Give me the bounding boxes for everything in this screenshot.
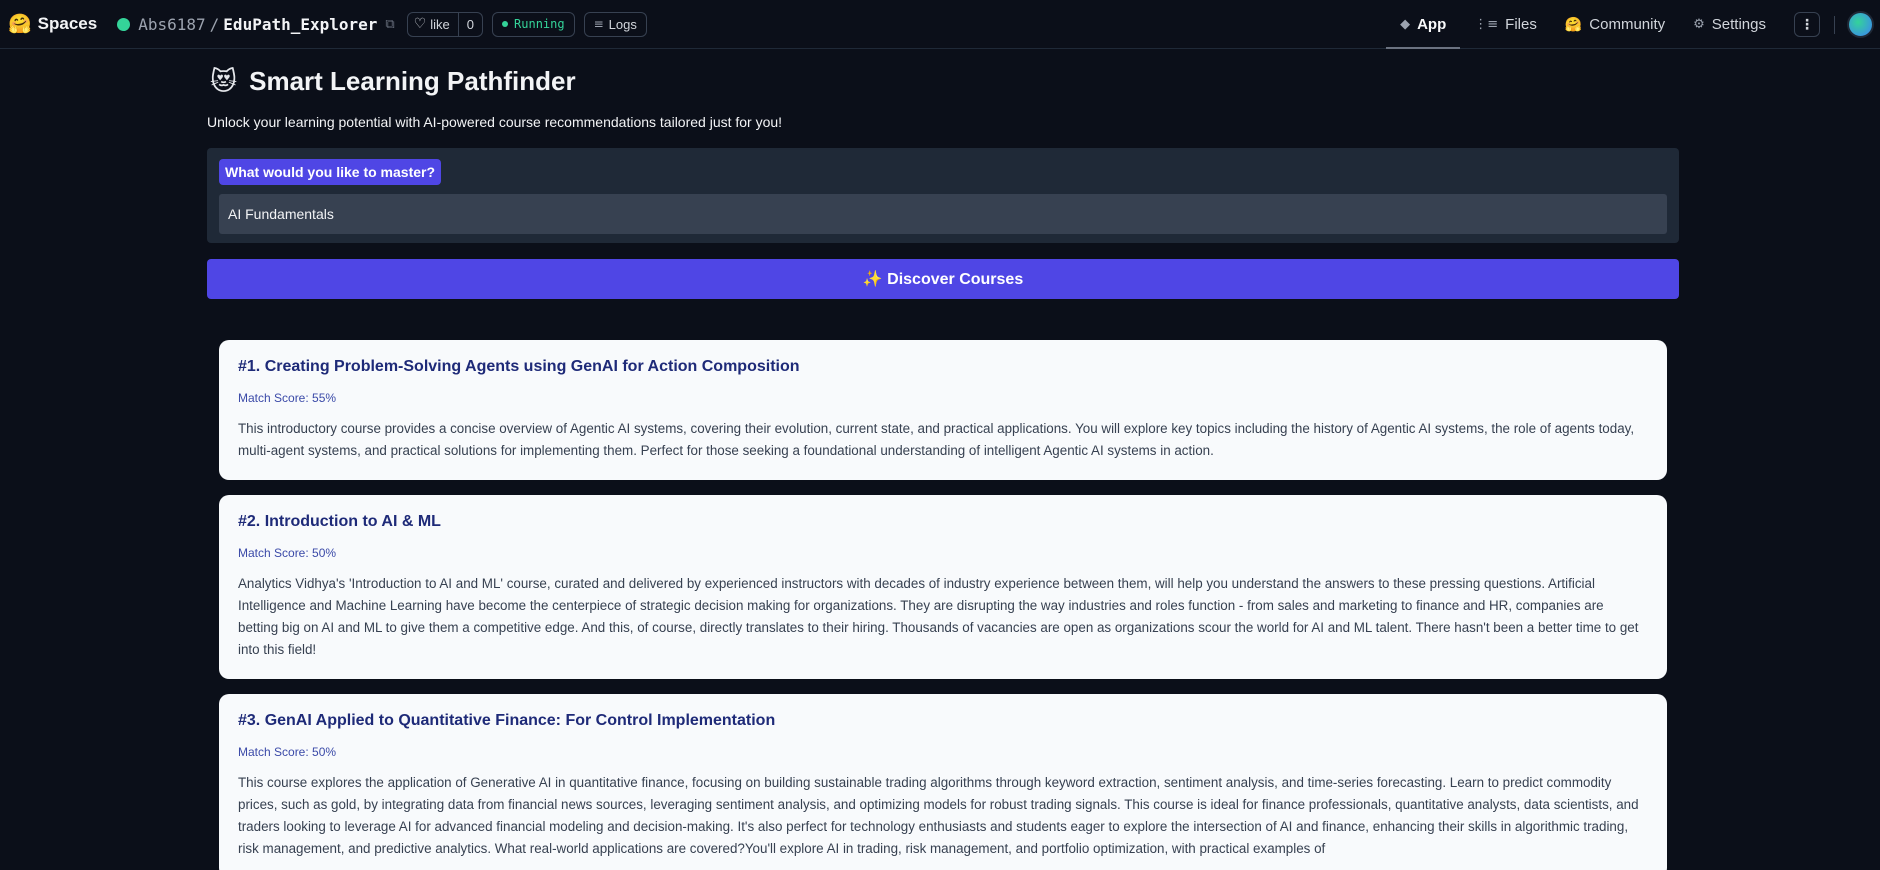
- course-card: #2. Introduction to AI & ML Match Score:…: [219, 495, 1667, 679]
- page-title: Smart Learning Pathfinder: [249, 65, 576, 96]
- spaces-link[interactable]: 🤗 Spaces: [8, 14, 97, 34]
- topic-input[interactable]: [219, 194, 1667, 234]
- repo-name-link[interactable]: EduPath_Explorer: [223, 15, 377, 34]
- topic-input-block: What would you like to master?: [207, 148, 1679, 243]
- match-score: Match Score: 55%: [238, 391, 337, 405]
- heart-eyes-cat-icon: 😻: [210, 66, 238, 96]
- tab-settings-label: Settings: [1711, 16, 1766, 33]
- like-toggle[interactable]: ♡ like: [408, 13, 458, 36]
- course-description: Analytics Vidhya's 'Introduction to AI a…: [238, 576, 1639, 657]
- logs-label: Logs: [608, 16, 637, 32]
- course-title: #2. Introduction to AI & ML: [238, 513, 441, 530]
- tab-app[interactable]: ◆ App: [1386, 0, 1461, 49]
- app-icon: ◆: [1400, 17, 1411, 32]
- spaces-label: Spaces: [37, 14, 98, 33]
- tab-files-label: Files: [1505, 16, 1537, 33]
- repo-breadcrumb: Abs6187 / EduPath_Explorer: [117, 15, 377, 34]
- breadcrumb-separator: /: [209, 14, 220, 34]
- divider: [1834, 15, 1835, 34]
- tab-community[interactable]: 🤗 Community: [1551, 0, 1679, 49]
- discover-courses-button[interactable]: ✨ Discover Courses: [207, 259, 1679, 299]
- topic-input-label: What would you like to master?: [219, 159, 442, 185]
- logs-button[interactable]: ≡ Logs: [583, 11, 647, 37]
- user-avatar[interactable]: [1847, 11, 1874, 38]
- course-description: This course explores the application of …: [238, 775, 1639, 856]
- community-icon: 🤗: [1564, 16, 1583, 33]
- status-label: Running: [514, 17, 565, 31]
- like-label: like: [430, 16, 450, 32]
- tab-settings[interactable]: ⚙ Settings: [1679, 0, 1780, 49]
- tab-app-label: App: [1417, 16, 1447, 33]
- app-container: 😻 Smart Learning Pathfinder Unlock your …: [207, 49, 1679, 870]
- running-dot-icon: [502, 21, 509, 27]
- page-subtitle: Unlock your learning potential with AI-p…: [207, 114, 783, 130]
- repo-owner-link[interactable]: Abs6187: [138, 15, 205, 34]
- logs-icon: ≡: [593, 17, 604, 31]
- gear-icon: ⚙: [1693, 17, 1705, 32]
- more-options-button[interactable]: ⋮: [1794, 12, 1820, 37]
- results-list: #1. Creating Problem-Solving Agents usin…: [207, 340, 1679, 870]
- like-count[interactable]: 0: [457, 12, 482, 36]
- match-score: Match Score: 50%: [238, 546, 337, 560]
- like-button[interactable]: ♡ like 0: [406, 11, 484, 37]
- copy-icon[interactable]: ⧉: [385, 17, 394, 32]
- heart-icon: ♡: [413, 16, 427, 32]
- course-description: This introductory course provides a conc…: [238, 421, 1635, 458]
- course-card: #1. Creating Problem-Solving Agents usin…: [219, 340, 1667, 480]
- tab-files[interactable]: ⋮≡ Files: [1460, 0, 1551, 49]
- course-title: #3. GenAI Applied to Quantitative Financ…: [238, 712, 776, 729]
- files-icon: ⋮≡: [1474, 17, 1499, 32]
- match-score: Match Score: 50%: [238, 745, 337, 759]
- space-avatar-icon: [117, 17, 131, 31]
- status-badge[interactable]: Running: [492, 11, 575, 37]
- hugging-face-logo-icon: 🤗: [8, 13, 32, 35]
- tab-community-label: Community: [1589, 16, 1666, 33]
- top-bar: 🤗 Spaces Abs6187 / EduPath_Explorer ⧉ ♡ …: [0, 0, 1880, 49]
- course-title: #1. Creating Problem-Solving Agents usin…: [238, 358, 800, 375]
- top-bar-left: 🤗 Spaces Abs6187 / EduPath_Explorer ⧉ ♡ …: [8, 0, 647, 48]
- more-vertical-icon: ⋮: [1800, 16, 1814, 33]
- top-bar-right: ◆ App ⋮≡ Files 🤗 Community ⚙ Settings ⋮: [1386, 0, 1880, 49]
- course-card: #3. GenAI Applied to Quantitative Financ…: [219, 694, 1667, 870]
- page-title-row: 😻 Smart Learning Pathfinder: [207, 64, 1679, 98]
